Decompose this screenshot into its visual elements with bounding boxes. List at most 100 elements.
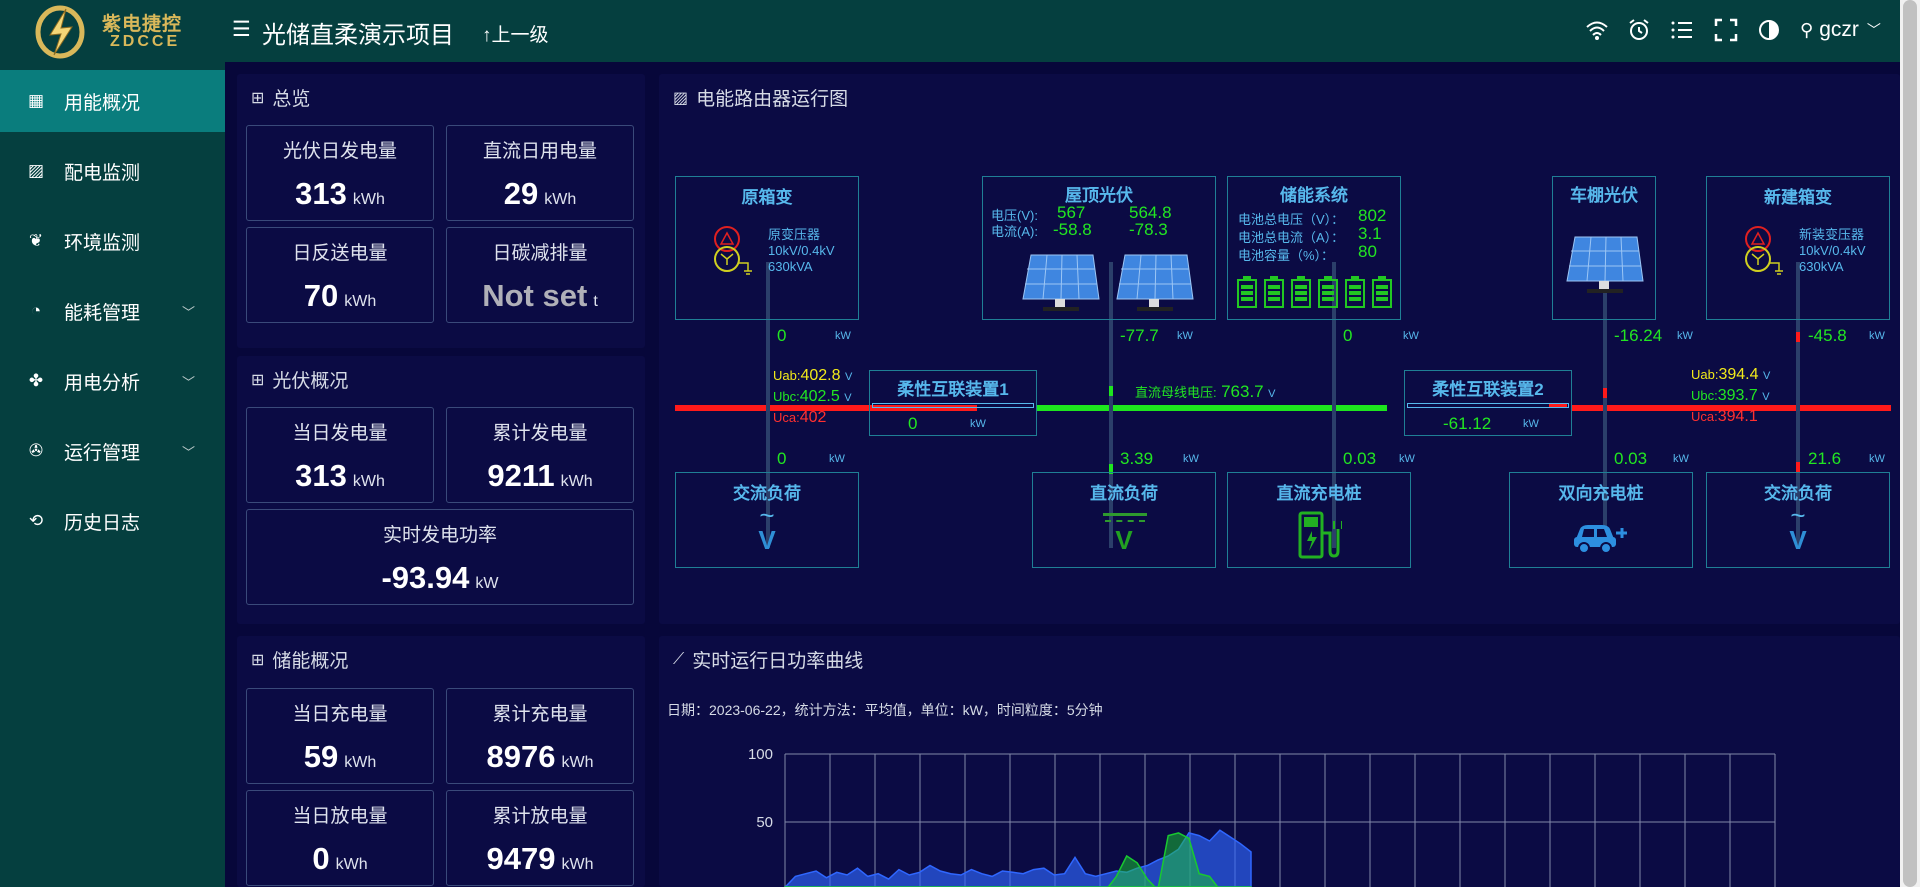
unit-label: kW (835, 330, 851, 342)
curve-subtitle: 日期：2023-06-22，统计方法：平均值，单位：kW，时间粒度：5分钟 (667, 702, 1103, 718)
flow-t2-value: -45.8 (1808, 326, 1847, 345)
image-icon: ▨ (27, 161, 45, 180)
y-tick-label: 50 (756, 814, 773, 831)
chevron-down-icon: ﹀ (181, 304, 195, 320)
flow-t1-value: 0 (777, 326, 787, 345)
fullscreen-icon[interactable] (1714, 18, 1738, 42)
flow-ac2-value: 21.6 (1808, 449, 1842, 468)
y-tick-label: 100 (748, 746, 773, 763)
dc-load-box[interactable]: 直流负荷 V (1032, 472, 1216, 568)
chevron-down-icon: ﹀ (181, 374, 195, 390)
line-ac2-mark (1796, 462, 1800, 472)
flex1-bar (872, 403, 1034, 408)
unit-label: kW (1869, 330, 1885, 342)
ac-load2-box[interactable]: 交流负荷 ~ V (1706, 472, 1890, 568)
unit-label: kW (1673, 453, 1689, 465)
flow-bicharger-value: 0.03 (1614, 449, 1648, 468)
card-feed-back: 日反送电量 70 kWh (246, 227, 434, 323)
leaf-icon: ❦ (28, 231, 44, 250)
logo-cn-text: 紫电捷控 (102, 14, 183, 35)
pie-icon: ◔ (30, 301, 42, 320)
grid-icon: ⊞ (251, 371, 265, 389)
grid-icon: ⊞ (251, 651, 265, 669)
left-voltage-readout: Uab:402.8 V Ubc:402.5 V Uca:402 (773, 367, 853, 426)
sidebar-item-consumption[interactable]: ◔ 能耗管理 ﹀ (0, 280, 225, 342)
sidebar-item-energy-overview[interactable]: ▦ 用能概况 (0, 70, 225, 132)
solar-panel-icon (1022, 254, 1100, 311)
battery-icon (1237, 276, 1392, 308)
grid-icon: ⊞ (251, 89, 265, 107)
flex2-value: -61.12 (1443, 414, 1492, 433)
line-carport-mark (1603, 388, 1607, 398)
unit-label: kW (1677, 330, 1693, 342)
flex1-unit: kW (970, 418, 986, 430)
user-menu[interactable]: ⚲ gczr ﹀ (1800, 18, 1881, 42)
dc-bus-voltage: 直流母线电压: 763.7 V (1135, 382, 1276, 401)
pv-roof-box[interactable]: 屋顶光伏 电压(V): 电流(A): 567 564.8 -58.8 -78.3 (982, 176, 1216, 320)
chevron-down-icon: ﹀ (181, 444, 195, 460)
list-icon[interactable] (1670, 18, 1694, 42)
card-discharge-today: 当日放电量 0 kWh (246, 790, 434, 886)
card-charge-total: 累计充电量 8976 kWh (446, 688, 634, 784)
username: gczr (1819, 18, 1859, 41)
collapse-menu-icon[interactable]: ☰ (232, 17, 251, 42)
flow-carport-value: -16.24 (1614, 326, 1663, 345)
pv-title: ⊞ 光伏概况 (251, 371, 349, 392)
wifi-icon[interactable] (1585, 18, 1609, 42)
dashboard-icon: ▦ (27, 91, 45, 110)
ac-load-symbol: V (758, 525, 776, 555)
logo-mark-icon (35, 5, 85, 59)
card-charge-today: 当日充电量 59 kWh (246, 688, 434, 784)
alarm-icon[interactable] (1627, 18, 1651, 42)
unit-label: kW (1403, 330, 1419, 342)
ac-load1-box[interactable]: 交流负荷 ~ V (675, 472, 859, 568)
project-title: 光储直柔演示项目 (262, 22, 454, 49)
sidebar-item-operation[interactable]: ✇ 运行管理 ﹀ (0, 420, 225, 482)
image-icon: ▨ (673, 89, 689, 107)
ac-load-symbol: V (1789, 525, 1807, 555)
sidebar-item-environment[interactable]: ❦ 环境监测 (0, 210, 225, 272)
line-t2-mark (1796, 332, 1800, 342)
sidebar-item-distribution[interactable]: ▨ 配电监测 (0, 140, 225, 202)
logo-en-text: ZDCCE (110, 33, 181, 50)
flex-device2-box[interactable]: 柔性互联装置2 -61.12 kW (1404, 370, 1572, 436)
theme-icon[interactable] (1757, 18, 1781, 42)
dc-charger-box[interactable]: 直流充电桩 (1227, 472, 1411, 568)
chevron-down-icon: ﹀ (1866, 22, 1881, 38)
flow-dcload-value: 3.39 (1120, 449, 1154, 468)
electric-car-icon (1574, 525, 1627, 554)
sidebar-item-history[interactable]: ⟲ 历史日志 (0, 490, 225, 552)
up-level-button[interactable]: ↑上一级 (482, 20, 549, 47)
storage-title: ⊞ 储能概况 (251, 651, 349, 672)
power-curve-chart: 100 50 (748, 746, 1776, 887)
flow-pv-value: -77.7 (1120, 326, 1159, 345)
bidirectional-charger-box[interactable]: 双向充电桩 (1509, 472, 1693, 568)
flex1-value: 0 (908, 414, 918, 433)
scrollbar-thumb[interactable] (1903, 0, 1917, 887)
flex-device1-box[interactable]: 柔性互联装置1 0 kW (869, 370, 1037, 436)
diagram-panel: ▨ 电能路由器运行图 原箱变 原变压器 10kV/0.4kV 630kVA 屋顶光… (659, 74, 1900, 624)
transformer2-info: 新装变压器 10kV/0.4kV 630kVA (1799, 227, 1866, 274)
ac-symbol-icon: ~ (759, 500, 775, 530)
transformer1-box[interactable]: 原箱变 原变压器 10kV/0.4kV 630kVA (675, 176, 859, 320)
arrow-up-icon: ↑ (482, 25, 492, 46)
unit-label: kW (829, 453, 845, 465)
transformer2-box[interactable]: 新建箱变 新装变压器 10kV/0.4kV 630kVA (1706, 176, 1890, 320)
card-dc-daily: 直流日用电量 29 kWh (446, 125, 634, 221)
solar-panel-icon (1566, 236, 1644, 293)
unit-label: kW (1399, 453, 1415, 465)
carport-pv-box[interactable]: 车棚光伏 (1552, 176, 1656, 320)
solar-panel-icon (1116, 254, 1194, 311)
line-pv-mark (1109, 386, 1113, 396)
aperture-icon: ✇ (28, 441, 44, 460)
ac-symbol-icon: ~ (1790, 500, 1806, 530)
dc-load-symbol: V (1115, 525, 1133, 555)
storage-system-box[interactable]: 储能系统 电池总电压（V）： 802 电池总电流（A）： 3.1 电池容量（%）… (1227, 176, 1401, 320)
diagram-title: ▨ 电能路由器运行图 (673, 89, 849, 110)
card-pv-total: 累计发电量 9211 kWh (446, 407, 634, 503)
charging-pile-icon (1298, 511, 1342, 559)
overview-title: ⊞ 总览 (251, 89, 311, 110)
storage-panel: ⊞ 储能概况 当日充电量 59 kWh 累计充电量 8976 kWh 当日放电量 0 kWh … (237, 636, 645, 887)
card-carbon: 日碳减排量 Not set t (446, 227, 634, 323)
sidebar-item-analysis[interactable]: ✤ 用电分析 ﹀ (0, 350, 225, 412)
